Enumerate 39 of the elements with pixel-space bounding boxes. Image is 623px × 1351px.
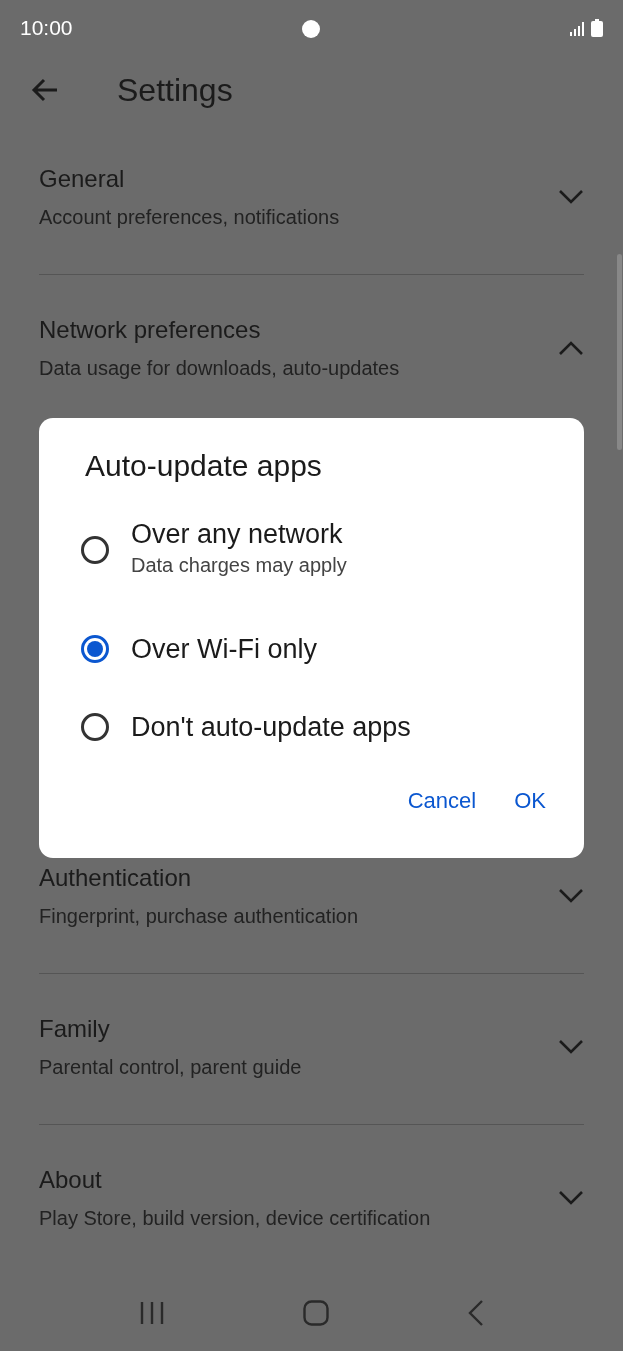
radio-button[interactable] [81, 536, 109, 564]
camera-dot-icon [302, 20, 320, 38]
settings-section[interactable]: General Account preferences, notifications [39, 124, 584, 274]
section-title: Authentication [39, 863, 193, 893]
home-icon[interactable] [303, 1300, 330, 1326]
option-label: Don't auto-update apps [131, 711, 411, 744]
chevron-down-icon[interactable] [558, 189, 584, 205]
section-subtitle: Account preferences, notifications [39, 205, 340, 230]
section-title: Family [39, 1014, 111, 1044]
option-label: Over any network [131, 518, 344, 551]
recent-apps-icon[interactable] [139, 1301, 166, 1325]
section-title: About [39, 1165, 103, 1195]
chevron-down-icon[interactable] [558, 1190, 584, 1206]
signal-icon [569, 21, 585, 37]
page-title: Settings [117, 71, 233, 109]
option-label: Over Wi-Fi only [131, 633, 317, 666]
dialog-title: Auto-update apps [85, 448, 323, 484]
status-time: 10:00 [20, 16, 73, 40]
battery-icon [591, 19, 603, 37]
option-detail: Data charges may apply [131, 553, 347, 578]
settings-section[interactable]: Authentication Fingerprint, purchase authentication [39, 823, 584, 973]
radio-button[interactable] [81, 635, 109, 663]
section-title: General [39, 164, 126, 194]
radio-button[interactable] [81, 713, 109, 741]
section-subtitle: Play Store, build version, device certification [39, 1206, 431, 1231]
chevron-down-icon[interactable] [558, 1039, 584, 1055]
settings-section[interactable]: Family Parental control, parent guide [39, 974, 584, 1124]
section-subtitle: Parental control, parent guide [39, 1055, 302, 1080]
back-icon[interactable] [467, 1300, 484, 1326]
section-title: Network preferences [39, 315, 262, 345]
chevron-up-icon[interactable] [558, 340, 584, 356]
section-subtitle: Fingerprint, purchase authentication [39, 904, 359, 929]
dialog-button[interactable]: OK [514, 780, 546, 822]
settings-section[interactable]: Network preferences Data usage for downloads, auto-updates [39, 275, 584, 383]
settings-section[interactable]: About Play Store, build version, device certification [39, 1125, 584, 1275]
chevron-down-icon[interactable] [558, 888, 584, 904]
section-subtitle: Data usage for downloads, auto-updates [39, 356, 400, 381]
dialog-button[interactable]: Cancel [407, 780, 477, 822]
back-arrow-icon[interactable] [31, 78, 59, 102]
